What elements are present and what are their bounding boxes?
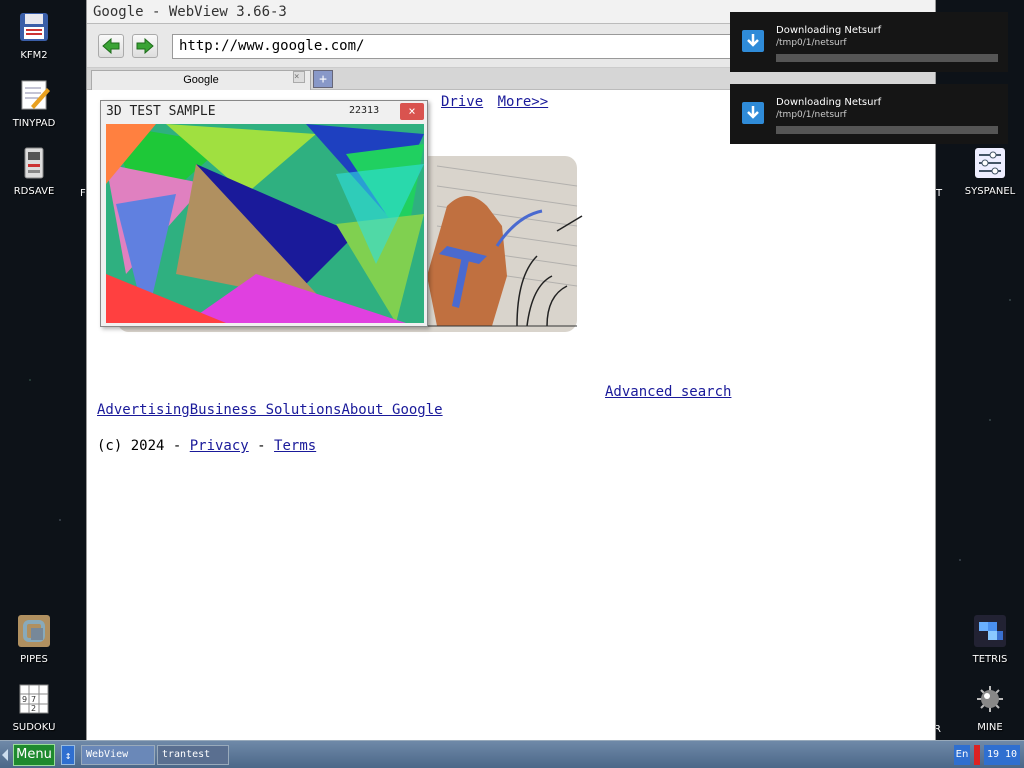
download-progress-bar	[776, 54, 998, 62]
activity-indicator	[974, 745, 980, 765]
menu-button[interactable]: Menu	[13, 744, 55, 766]
task-webview[interactable]: WebView	[81, 745, 155, 765]
sliders-icon	[973, 146, 1007, 180]
floppy-disk-icon	[17, 10, 51, 44]
3d-window-title: 3D TEST SAMPLE	[106, 104, 216, 119]
download-icon	[742, 102, 764, 124]
nav-drive-link[interactable]: Drive	[441, 94, 483, 110]
tetris-icon	[973, 614, 1007, 648]
desktop-icon-tetris[interactable]: TETRIS	[956, 614, 1024, 665]
advertising-link[interactable]: Advertising	[97, 402, 190, 418]
svg-text:7: 7	[31, 695, 36, 704]
3d-window-titlebar[interactable]: 3D TEST SAMPLE 22313 ×	[101, 101, 427, 123]
desktop-icon-sudoku[interactable]: 972 SUDOKU	[0, 682, 68, 733]
task-trantest[interactable]: trantest	[157, 745, 229, 765]
notification-title: Downloading Netsurf	[776, 97, 882, 108]
svg-text:9: 9	[22, 695, 27, 704]
partial-icon-label: F	[80, 188, 86, 199]
desktop-icon-label: KFM2	[20, 50, 48, 61]
notification-path: /tmp0/1/netsurf	[776, 110, 847, 120]
download-notification[interactable]: Downloading Netsurf /tmp0/1/netsurf	[730, 12, 1008, 72]
desktop-icon-pipes[interactable]: PIPES	[0, 614, 68, 665]
tab-close-button[interactable]: ×	[293, 71, 305, 83]
footer-links: AdvertisingBusiness SolutionsAbout Googl…	[97, 402, 443, 418]
pipes-game-icon	[17, 614, 51, 648]
random-triangles-render	[106, 124, 424, 323]
privacy-link[interactable]: Privacy	[190, 438, 249, 454]
taskbar-left-arrow[interactable]	[2, 749, 8, 761]
copyright-line: (c) 2024 - Privacy - Terms	[97, 438, 316, 454]
desktop-icon-label: PIPES	[20, 654, 48, 665]
download-progress-bar	[776, 126, 998, 134]
close-button[interactable]: ×	[400, 103, 424, 120]
copyright-text: (c) 2024 -	[97, 438, 190, 454]
desktop-icon-mine[interactable]: MINE	[956, 682, 1024, 733]
svg-text:2: 2	[31, 704, 36, 713]
tab-google[interactable]: Google	[91, 70, 311, 90]
switch-button[interactable]: ↕	[61, 745, 75, 765]
desktop-icon-syspanel[interactable]: SYSPANEL	[956, 146, 1024, 197]
3d-test-window[interactable]: 3D TEST SAMPLE 22313 ×	[100, 100, 428, 327]
fps-counter: 22313	[349, 105, 380, 116]
desktop-icon-kfm2[interactable]: KFM2	[0, 10, 68, 61]
desktop-icon-label: RDSAVE	[13, 186, 55, 197]
about-google-link[interactable]: About Google	[341, 402, 442, 418]
download-notification[interactable]: Downloading Netsurf /tmp0/1/netsurf	[730, 84, 1008, 144]
back-button[interactable]	[98, 34, 124, 58]
desktop-icon-label: SYSPANEL	[964, 186, 1016, 197]
clock[interactable]: 19 10	[984, 745, 1020, 765]
language-indicator[interactable]: En	[954, 745, 970, 765]
google-top-nav: Drive More>>	[441, 94, 554, 110]
notification-path: /tmp0/1/netsurf	[776, 38, 847, 48]
3d-render-canvas[interactable]	[106, 124, 424, 323]
new-tab-button[interactable]: +	[313, 70, 333, 88]
advanced-search-link[interactable]: Advanced search	[605, 384, 731, 400]
tab-label: Google	[183, 74, 219, 86]
notepad-icon	[17, 78, 51, 112]
nav-more-link[interactable]: More>>	[498, 94, 549, 110]
ramdisk-save-icon	[17, 146, 51, 180]
notification-title: Downloading Netsurf	[776, 25, 882, 36]
arrow-right-icon	[136, 38, 154, 54]
desktop-icon-label: MINE	[977, 722, 1003, 733]
desktop-icon-label: SUDOKU	[12, 722, 56, 733]
desktop-icon-label: TINYPAD	[12, 118, 56, 129]
desktop-icon-label: TETRIS	[972, 654, 1008, 665]
mine-icon	[973, 682, 1007, 716]
business-solutions-link[interactable]: Business Solutions	[190, 402, 342, 418]
arrow-left-icon	[102, 38, 120, 54]
desktop-icon-tinypad[interactable]: TINYPAD	[0, 78, 68, 129]
address-bar[interactable]: http://www.google.com/	[172, 34, 812, 59]
forward-button[interactable]	[132, 34, 158, 58]
download-icon	[742, 30, 764, 52]
sudoku-icon: 972	[17, 682, 51, 716]
separator: -	[248, 438, 275, 454]
desktop-icon-rdsave[interactable]: RDSAVE	[0, 146, 68, 197]
taskbar: Menu ↕ WebView trantest En 19 10	[0, 740, 1024, 768]
terms-link[interactable]: Terms	[274, 438, 316, 454]
